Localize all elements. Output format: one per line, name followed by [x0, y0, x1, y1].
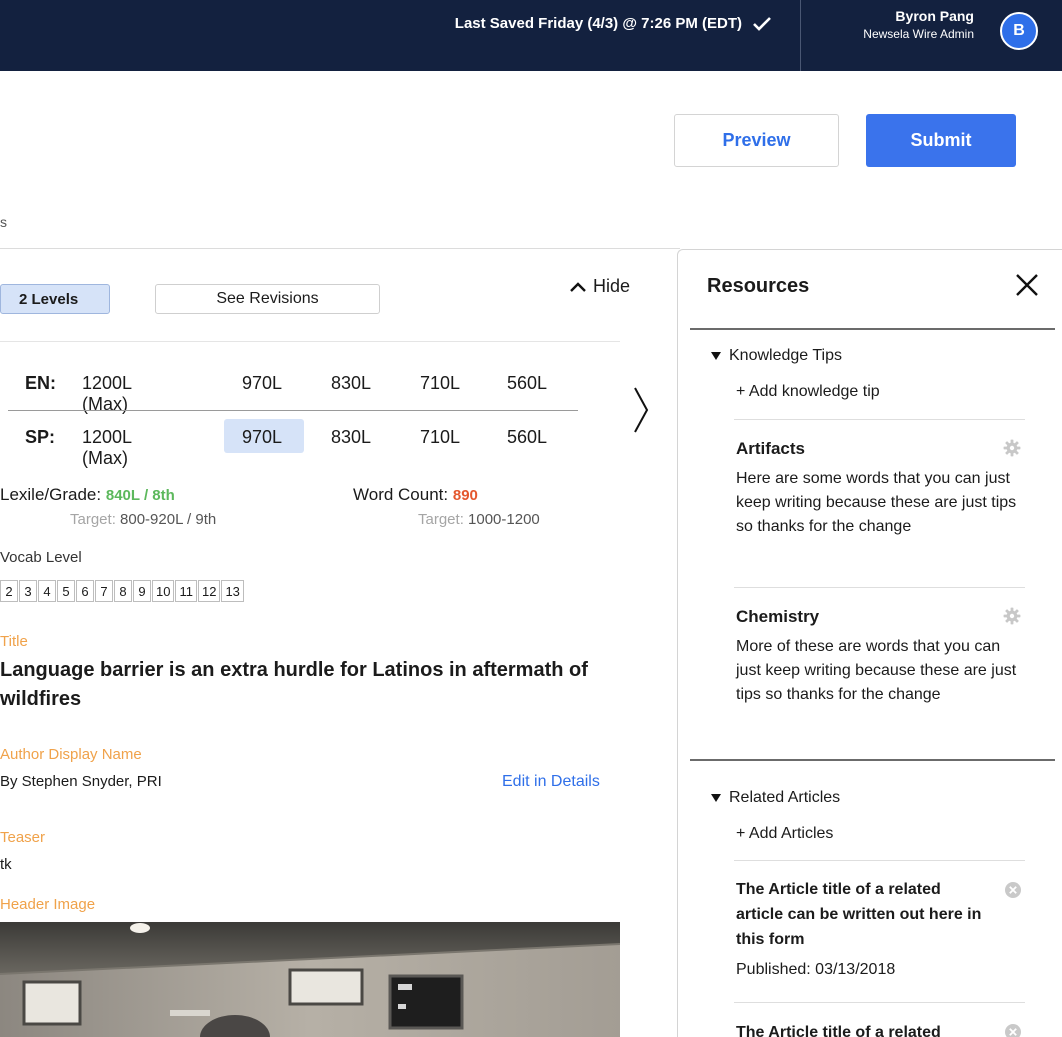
divider [0, 248, 680, 249]
related-article-title[interactable]: The Article title of a related article c… [736, 877, 986, 952]
section-divider [690, 759, 1055, 761]
word-count-label: Word Count: [353, 485, 449, 504]
vocab-level-box[interactable]: 7 [95, 580, 113, 602]
user-name: Byron Pang [895, 8, 974, 24]
lexile-target: Target: 800-920L / 9th [70, 511, 216, 528]
divider [734, 419, 1025, 420]
author-name: By Stephen Snyder, PRI [0, 773, 162, 790]
gear-icon[interactable] [1003, 607, 1021, 625]
hide-toggle[interactable]: Hide [569, 276, 630, 297]
divider [734, 1002, 1025, 1003]
word-count-target: Target: 1000-1200 [418, 511, 540, 528]
tip-body: More of these are words that you can jus… [736, 638, 1017, 703]
checkmark-icon [753, 16, 771, 31]
knowledge-tips-header[interactable]: Knowledge Tips [711, 347, 842, 365]
breadcrumb-fragment: s [0, 214, 7, 230]
vocab-level-selector: 2 3 4 5 6 7 8 9 10 11 12 13 [0, 580, 245, 602]
vocab-level-box[interactable]: 5 [57, 580, 75, 602]
vocab-level-box[interactable]: 8 [114, 580, 132, 602]
triangle-down-icon [711, 352, 721, 360]
author-label: Author Display Name [0, 746, 142, 763]
target-value: 800-920L / 9th [120, 511, 217, 528]
level-cell-selected[interactable]: 970L [242, 427, 282, 448]
teaser-text[interactable]: tk [0, 856, 12, 873]
divider [734, 860, 1025, 861]
level-cell[interactable]: 970L [242, 373, 282, 394]
level-cell[interactable]: 1200L (Max) [82, 373, 131, 415]
avatar[interactable]: B [1000, 12, 1038, 50]
gear-icon[interactable] [1003, 439, 1021, 457]
topbar-divider [800, 0, 801, 71]
hide-label: Hide [593, 276, 631, 296]
target-label: Target: [70, 511, 116, 528]
level-cell[interactable]: 830L [331, 427, 371, 448]
see-revisions-button[interactable]: See Revisions [155, 284, 380, 314]
vocab-level-box[interactable]: 13 [221, 580, 244, 602]
vocab-level-label: Vocab Level [0, 549, 82, 566]
remove-circle-icon[interactable] [1004, 881, 1022, 899]
header-image-label: Header Image [0, 896, 96, 913]
edit-in-details-link[interactable]: Edit in Details [502, 773, 600, 791]
level-cell[interactable]: 1200L (Max) [82, 427, 131, 469]
lexile-label: Lexile/Grade: [0, 485, 102, 504]
top-bar: Last Saved Friday (4/3) @ 7:26 PM (EDT) … [0, 0, 1062, 71]
resources-panel: Resources Knowledge Tips + Add knowledge… [677, 249, 1062, 1037]
resources-title: Resources [707, 275, 810, 297]
target-value: 1000-1200 [468, 511, 540, 528]
remove-circle-icon[interactable] [1004, 1023, 1022, 1037]
close-icon[interactable] [1014, 272, 1040, 298]
vocab-level-box[interactable]: 4 [38, 580, 56, 602]
vocab-level-box[interactable]: 3 [19, 580, 37, 602]
level-row-separator [8, 410, 578, 411]
related-article-title[interactable]: The Article title of a related [736, 1020, 986, 1037]
level-cell[interactable]: 560L [507, 373, 547, 394]
vocab-level-box[interactable]: 9 [133, 580, 151, 602]
header-image-photo [0, 922, 620, 1037]
preview-button[interactable]: Preview [674, 114, 839, 167]
submit-button[interactable]: Submit [866, 114, 1016, 167]
chevron-right-icon[interactable] [632, 385, 650, 435]
levels-toggle[interactable]: 2 Levels [0, 284, 110, 314]
level-cell[interactable]: 560L [507, 427, 547, 448]
tip-body: Here are some words that you can just ke… [736, 470, 1017, 535]
related-articles-heading: Related Articles [729, 789, 841, 806]
last-saved-text: Last Saved Friday (4/3) @ 7:26 PM (EDT) [454, 15, 742, 32]
user-role: Newsela Wire Admin [863, 27, 974, 41]
lexile-grade: Lexile/Grade: 840L / 8th [0, 485, 175, 505]
add-knowledge-tip-link[interactable]: + Add knowledge tip [736, 383, 880, 401]
tip-title: Artifacts [736, 439, 805, 458]
chevron-up-icon [570, 281, 586, 292]
vocab-level-box[interactable]: 12 [197, 580, 221, 602]
tip-title: Chemistry [736, 607, 820, 626]
user-info[interactable]: Byron Pang Newsela Wire Admin [863, 8, 974, 41]
knowledge-tips-heading: Knowledge Tips [729, 347, 842, 364]
section-divider [690, 328, 1055, 330]
level-cell[interactable]: 710L [420, 373, 460, 394]
title-label: Title [0, 633, 28, 650]
target-label: Target: [418, 511, 464, 528]
vocab-level-box[interactable]: 2 [0, 580, 18, 602]
header-image[interactable] [0, 922, 620, 1037]
article-title[interactable]: Language barrier is an extra hurdle for … [0, 656, 600, 714]
level-cell[interactable]: 710L [420, 427, 460, 448]
vocab-level-box[interactable]: 11 [175, 580, 197, 602]
language-label: EN: [25, 373, 56, 393]
level-cell[interactable]: 830L [331, 373, 371, 394]
add-articles-link[interactable]: + Add Articles [736, 825, 833, 843]
related-article-date: Published: 03/13/2018 [736, 961, 896, 978]
teaser-label: Teaser [0, 829, 46, 846]
divider [734, 587, 1025, 588]
vocab-level-box[interactable]: 6 [76, 580, 94, 602]
word-count-value: 890 [452, 487, 478, 504]
last-saved-status: Last Saved Friday (4/3) @ 7:26 PM (EDT) [455, 15, 772, 32]
vocab-level-box[interactable]: 10 [152, 580, 175, 602]
word-count: Word Count: 890 [353, 485, 478, 505]
triangle-down-icon [711, 794, 721, 802]
related-articles-header[interactable]: Related Articles [711, 789, 840, 807]
lexile-value: 840L / 8th [105, 487, 175, 504]
language-label: SP: [25, 427, 56, 447]
divider [0, 341, 620, 342]
